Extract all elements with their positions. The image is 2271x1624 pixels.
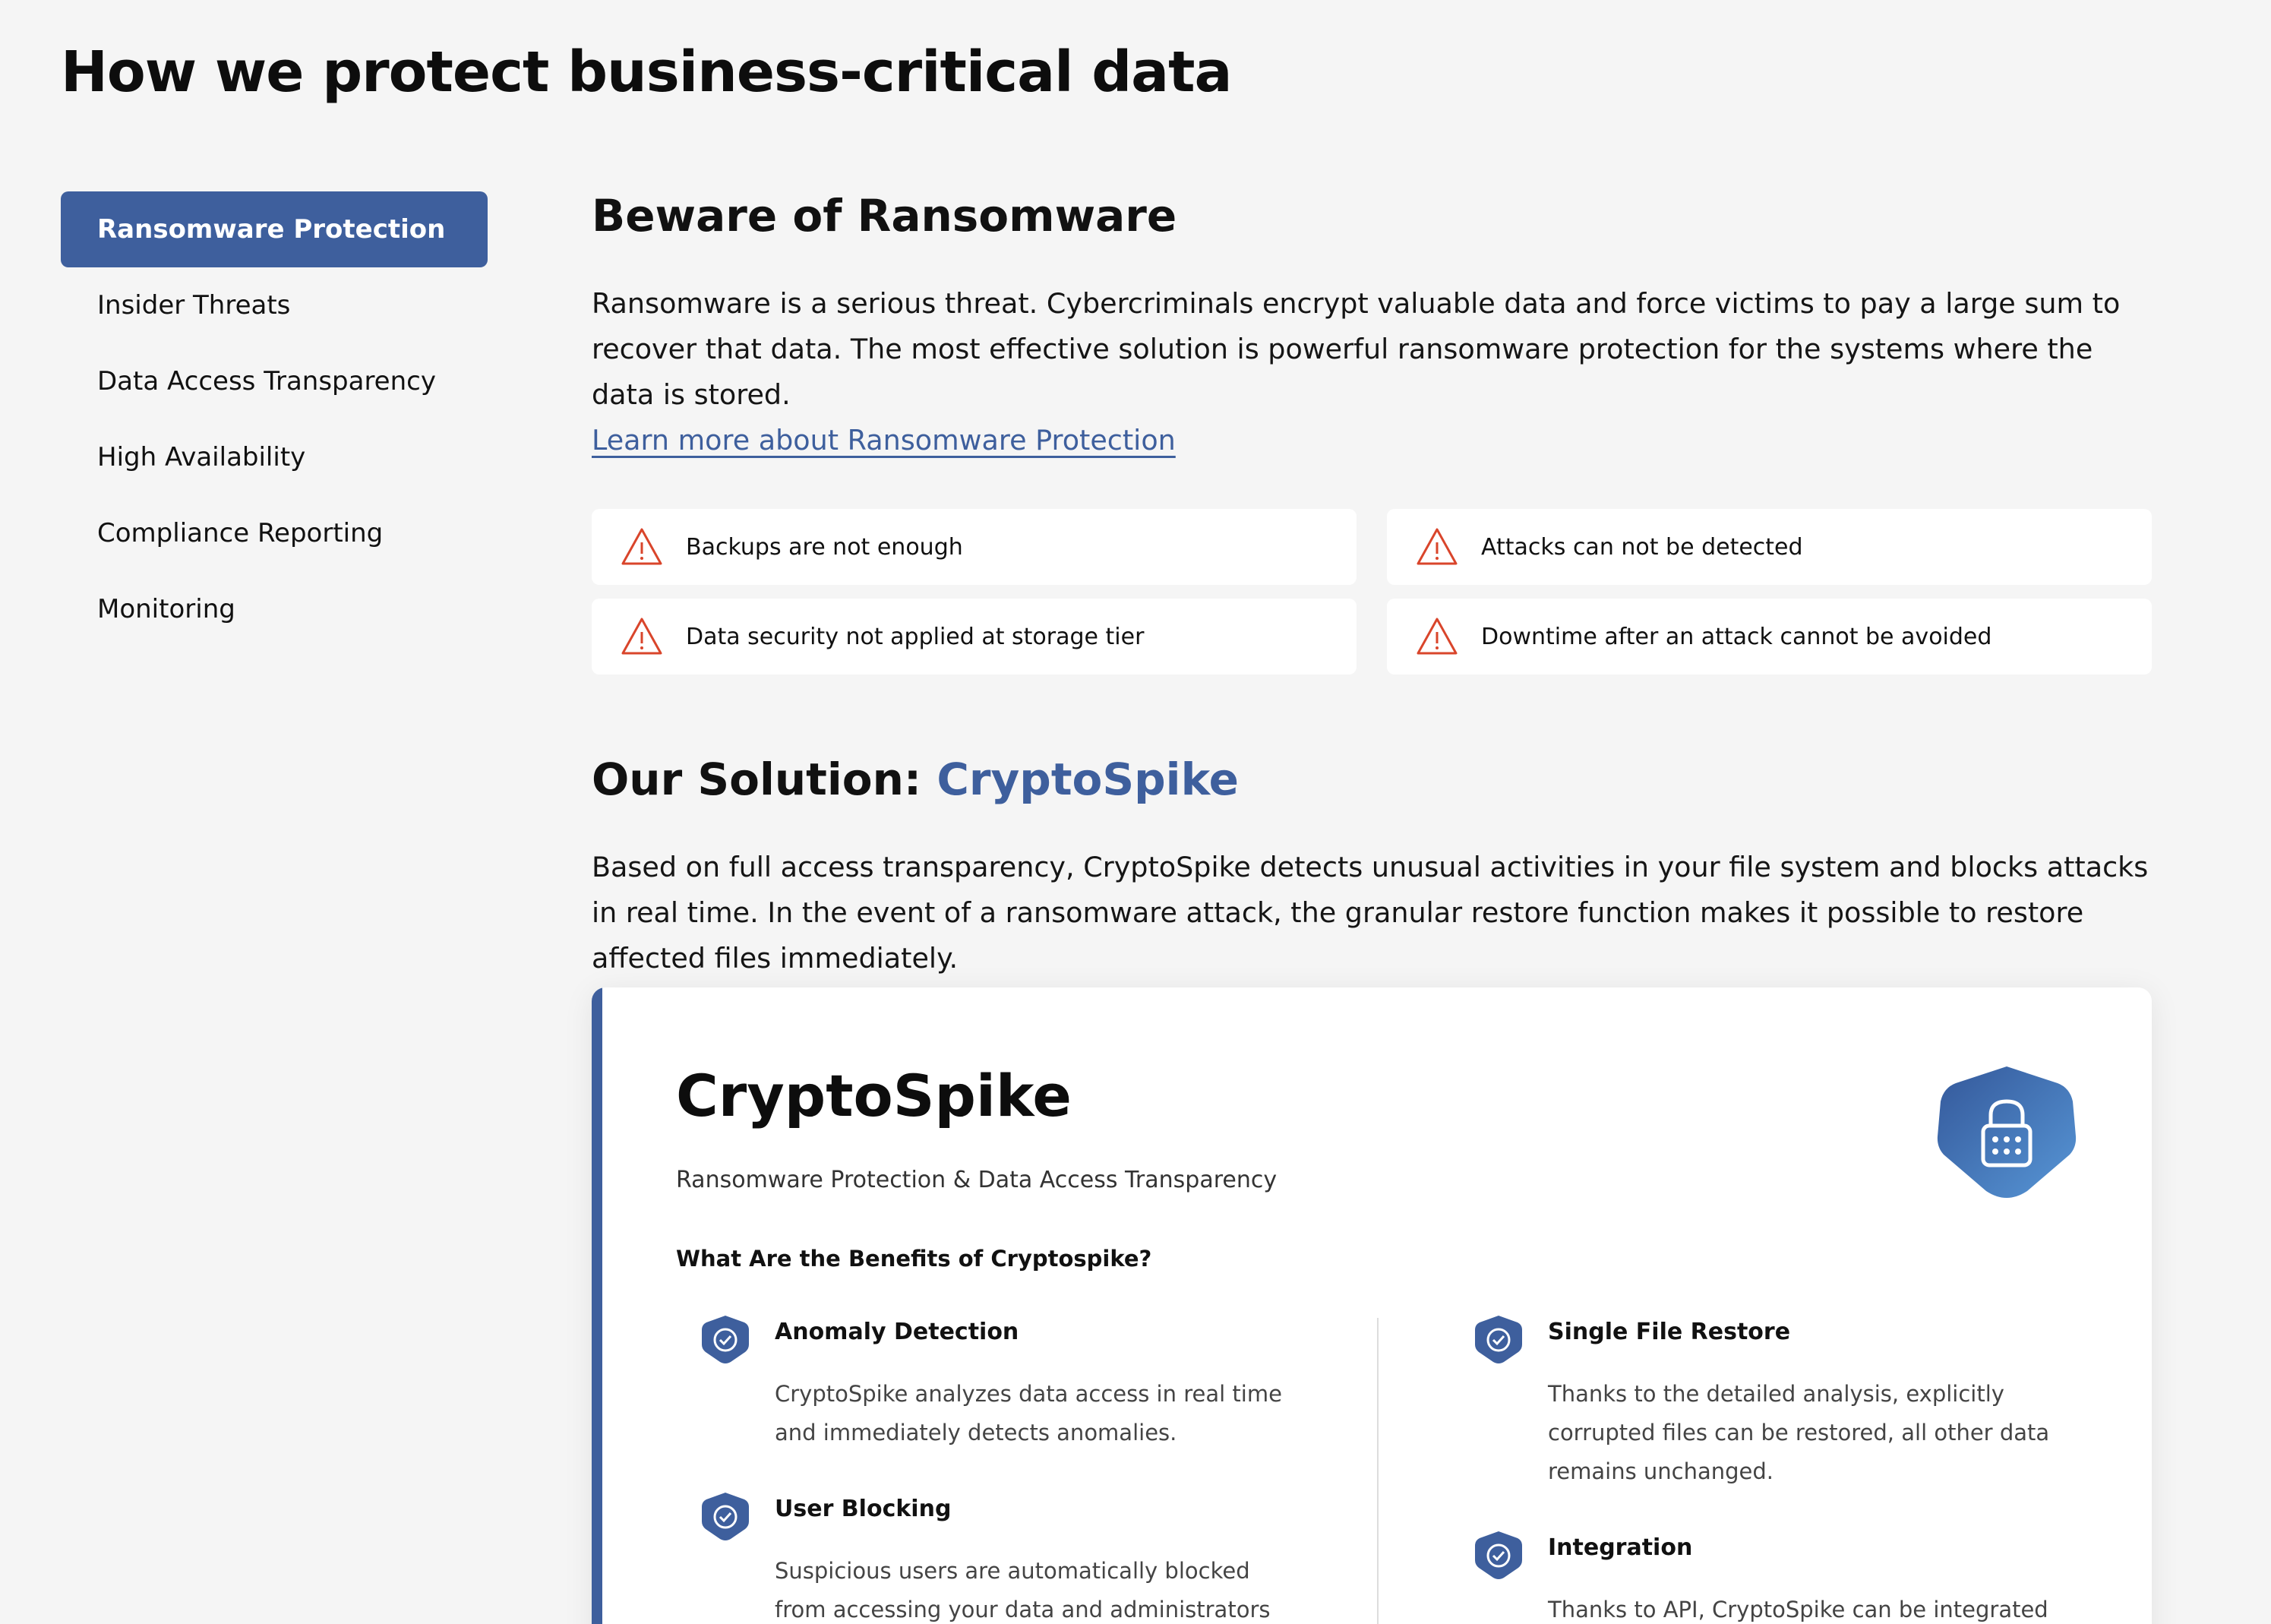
benefit-text: Thanks to the detailed analysis, explici… <box>1548 1381 2050 1484</box>
lock-icon <box>1937 1066 2077 1198</box>
warning-text: Downtime after an attack cannot be avoid… <box>1481 623 1992 650</box>
benefit-text: CryptoSpike analyzes data access in real… <box>775 1381 1282 1445</box>
sidebar-item-monitoring[interactable]: Monitoring <box>61 571 488 647</box>
product-subtitle: Ransomware Protection & Data Access Tran… <box>676 1167 1278 1193</box>
benefit-title: Anomaly Detection <box>775 1319 1019 1345</box>
check-badge-icon <box>1475 1531 1522 1579</box>
warning-text: Data security not applied at storage tie… <box>686 623 1145 650</box>
sidebar-item-insider-threats[interactable]: Insider Threats <box>61 267 488 343</box>
warning-card: Attacks can not be detected <box>1387 509 2152 585</box>
sidebar-item-high-availability[interactable]: High Availability <box>61 419 488 495</box>
beware-text: Ransomware is a serious threat. Cybercri… <box>592 287 2121 411</box>
solution-heading: Our Solution: CryptoSpike <box>592 754 2152 805</box>
learn-more-link[interactable]: Learn more about Ransomware Protection <box>592 418 1176 463</box>
benefits-divider <box>1377 1318 1379 1624</box>
main-content: Beware of Ransomware Ransomware is a ser… <box>592 190 2152 981</box>
product-name: CryptoSpike <box>676 1062 1072 1130</box>
warning-triangle-icon <box>621 528 662 565</box>
benefit-text: Suspicious users are automatically block… <box>775 1558 1271 1622</box>
warning-list: Backups are not enough Attacks can not b… <box>592 509 2152 675</box>
warning-card: Downtime after an attack cannot be avoid… <box>1387 599 2152 675</box>
solution-heading-prefix: Our Solution: <box>592 754 937 805</box>
page-title: How we protect business-critical data <box>61 39 1232 105</box>
warning-text: Backups are not enough <box>686 533 963 561</box>
check-badge-icon <box>702 1493 749 1540</box>
warning-triangle-icon <box>1417 528 1458 565</box>
product-card: CryptoSpike Ransomware Protection & Data… <box>592 987 2152 1624</box>
warning-card: Backups are not enough <box>592 509 1357 585</box>
solution-heading-product: CryptoSpike <box>937 754 1239 805</box>
warning-card: Data security not applied at storage tie… <box>592 599 1357 675</box>
benefits-heading: What Are the Benefits of Cryptospike? <box>676 1246 1152 1272</box>
benefit-text: Thanks to API, CryptoSpike can be integr… <box>1548 1597 2048 1622</box>
sidebar-nav: Ransomware Protection Insider Threats Da… <box>61 191 488 647</box>
warning-text: Attacks can not be detected <box>1481 533 1803 561</box>
product-card-accent-bar <box>592 987 602 1624</box>
sidebar-item-compliance-reporting[interactable]: Compliance Reporting <box>61 495 488 571</box>
check-badge-icon <box>702 1316 749 1363</box>
benefit-title: Integration <box>1548 1534 1693 1561</box>
sidebar-item-data-access-transparency[interactable]: Data Access Transparency <box>61 343 488 419</box>
warning-triangle-icon <box>1417 618 1458 655</box>
check-badge-icon <box>1475 1316 1522 1363</box>
benefit-title: User Blocking <box>775 1496 952 1522</box>
beware-heading: Beware of Ransomware <box>592 190 1177 242</box>
sidebar-item-ransomware-protection[interactable]: Ransomware Protection <box>61 191 488 267</box>
solution-text: Based on full access transparency, Crypt… <box>592 851 2149 975</box>
warning-triangle-icon <box>621 618 662 655</box>
benefit-title: Single File Restore <box>1548 1319 1791 1345</box>
